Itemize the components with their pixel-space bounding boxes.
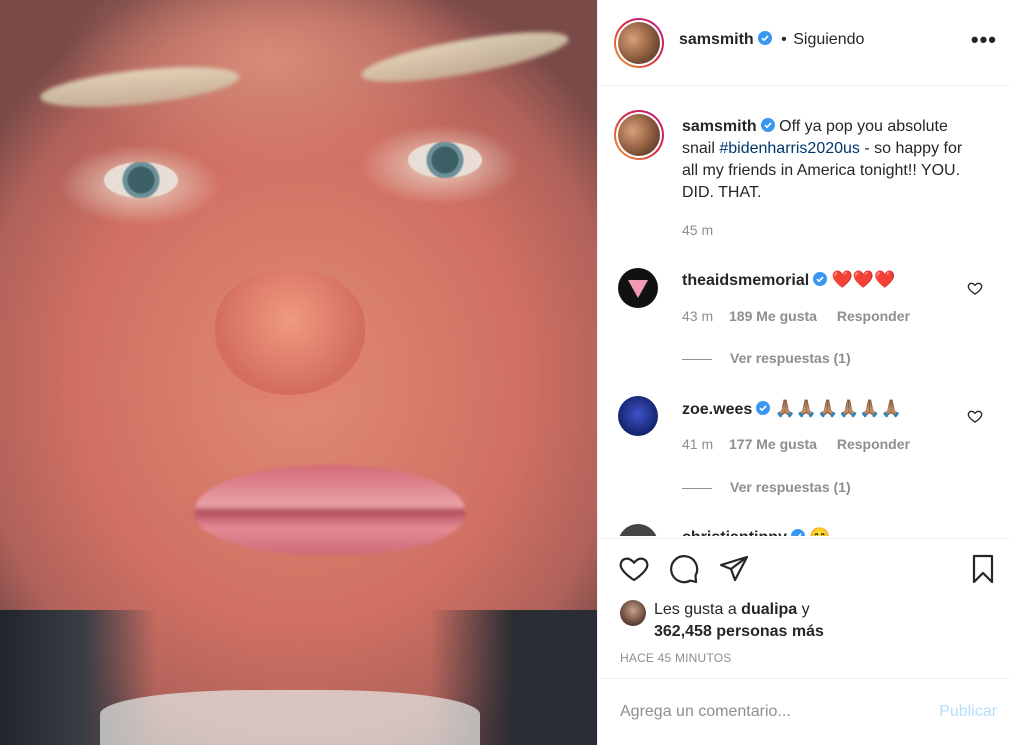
liker-avatar[interactable] [620, 600, 646, 626]
comment-likes-link[interactable]: 177 Me gusta [729, 436, 817, 452]
bookmark-icon[interactable] [967, 553, 999, 585]
view-replies-label: Ver respuestas (1) [730, 479, 851, 495]
follow-status-button[interactable]: Siguiendo [793, 31, 864, 48]
avatar[interactable] [614, 18, 664, 68]
photo-detail [215, 270, 365, 395]
view-replies-button[interactable]: Ver respuestas (1) [682, 479, 851, 495]
photo-detail [195, 465, 465, 555]
post-timestamp[interactable]: HACE 45 MINUTOS [620, 651, 731, 665]
caption-avatar[interactable] [614, 110, 664, 160]
header-user: samsmith • Siguiendo [679, 31, 864, 49]
replies-divider [682, 487, 712, 489]
comment-text: christiantinny 😊 [682, 527, 831, 536]
comment-username[interactable]: christiantinny [682, 529, 787, 536]
verified-icon [757, 31, 772, 45]
header-separator: • [781, 31, 787, 48]
triangle-logo-icon [628, 280, 648, 298]
caption-text: samsmith Off ya pop you absolute snail #… [682, 116, 982, 204]
caption-hashtag-link[interactable]: #bidenharris2020us [719, 140, 860, 157]
comment-like-icon[interactable] [967, 408, 983, 424]
comment-avatar[interactable] [618, 524, 658, 536]
comment-emoji: ❤️❤️❤️ [831, 270, 896, 289]
likes-count-link[interactable]: 362,458 personas más [654, 623, 824, 640]
photo-detail [104, 162, 178, 198]
view-replies-button[interactable]: Ver respuestas (1) [682, 350, 851, 366]
reply-button[interactable]: Responder [837, 308, 910, 324]
comment-username[interactable]: zoe.wees [682, 401, 752, 418]
comment-likes-link[interactable]: 189 Me gusta [729, 308, 817, 324]
verified-icon [760, 118, 775, 132]
comment-emoji: 🙏🏽🙏🏽🙏🏽🙏🏽🙏🏽🙏🏽 [774, 399, 902, 418]
liker-username-link[interactable]: dualipa [741, 601, 797, 618]
comment-time: 41 m [682, 436, 714, 452]
likes-prefix: Les gusta a [654, 601, 742, 618]
heart-icon[interactable] [618, 553, 650, 585]
post-actions: Les gusta a dualipa y 362,458 personas m… [598, 538, 1010, 678]
comment-meta: 43 m 189 Me gusta Responder [682, 308, 910, 324]
photo-detail [100, 690, 480, 745]
header-username[interactable]: samsmith [679, 31, 754, 48]
reply-button[interactable]: Responder [837, 436, 910, 452]
caption-time: 45 m [682, 222, 714, 238]
replies-divider [682, 358, 712, 360]
comment-icon[interactable] [668, 553, 700, 585]
caption-username[interactable]: samsmith [682, 118, 757, 135]
add-comment-bar: Publicar [598, 678, 1010, 745]
photo-detail [38, 59, 242, 115]
comment-text: theaidsmemorial ❤️❤️❤️ [682, 270, 895, 290]
verified-icon [790, 529, 805, 536]
post-header: samsmith • Siguiendo ••• [598, 0, 1010, 86]
verified-icon [756, 401, 771, 415]
likes-summary: Les gusta a dualipa y 362,458 personas m… [654, 599, 824, 643]
post-photo[interactable] [0, 0, 597, 745]
comment-avatar[interactable] [618, 268, 658, 308]
comment-avatar[interactable] [618, 396, 658, 436]
photo-detail [408, 142, 482, 178]
publish-button[interactable]: Publicar [939, 703, 997, 721]
comment-emoji: 😊 [809, 527, 830, 536]
paper-plane-icon[interactable] [718, 553, 750, 585]
comments-list[interactable]: samsmith Off ya pop you absolute snail #… [598, 86, 1010, 536]
view-replies-label: Ver respuestas (1) [730, 350, 851, 366]
comment-input[interactable] [618, 699, 922, 725]
photo-detail [358, 22, 572, 92]
verified-icon [813, 272, 828, 286]
likes-and: y [797, 601, 810, 618]
comment-like-icon[interactable] [967, 280, 983, 296]
comment-time: 43 m [682, 308, 714, 324]
more-options-icon[interactable]: ••• [971, 29, 997, 51]
comment-username[interactable]: theaidsmemorial [682, 272, 809, 289]
comment-meta: 41 m 177 Me gusta Responder [682, 436, 910, 452]
post-side-panel: samsmith • Siguiendo ••• samsmith Off ya… [597, 0, 1010, 745]
comment-text: zoe.wees 🙏🏽🙏🏽🙏🏽🙏🏽🙏🏽🙏🏽 [682, 399, 902, 419]
